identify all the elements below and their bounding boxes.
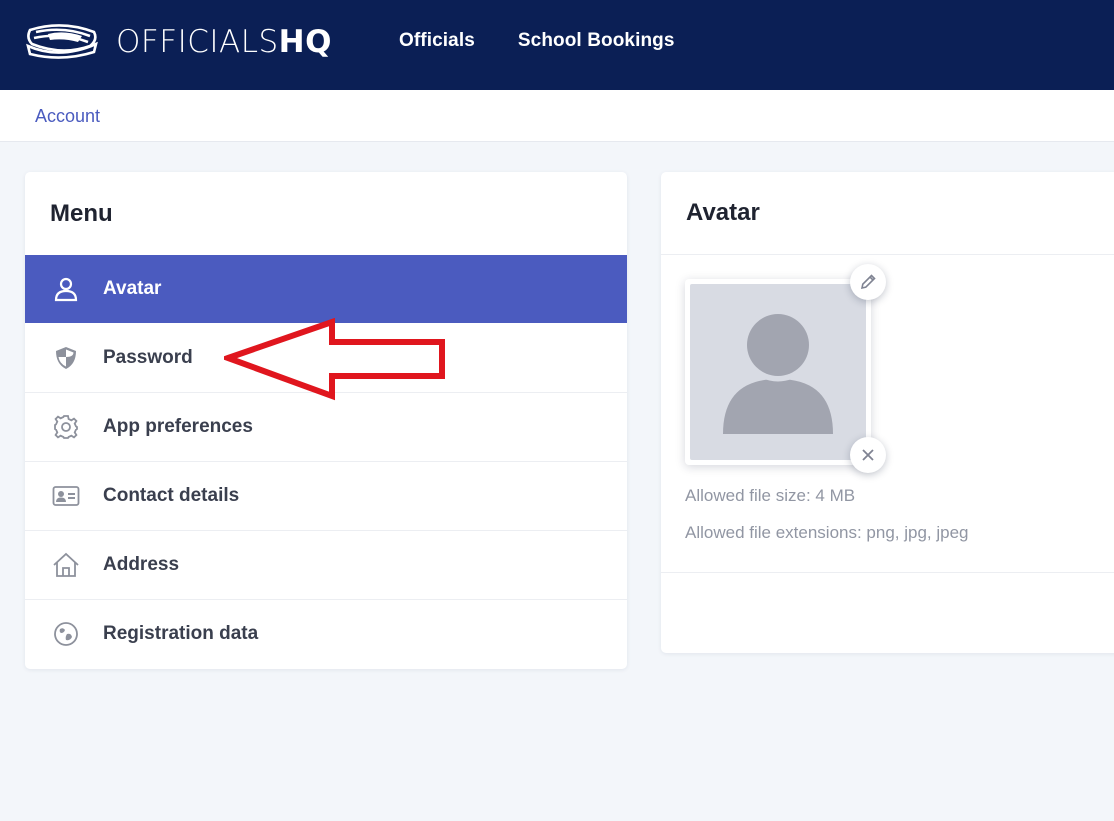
- close-icon: [862, 449, 874, 461]
- officialshq-logo[interactable]: OFFICIALSHQ: [24, 22, 332, 62]
- menu-item-label: Contact details: [103, 485, 240, 506]
- edit-avatar-button[interactable]: [850, 264, 886, 300]
- user-icon: [52, 275, 80, 303]
- menu-item-label: Avatar: [103, 278, 162, 299]
- menu-title: Menu: [50, 199, 113, 227]
- brand-wordmark: OFFICIALSHQ: [116, 23, 332, 60]
- menu-item-label: Password: [103, 346, 193, 368]
- avatar-placeholder: [690, 284, 866, 460]
- pencil-icon: [860, 274, 876, 290]
- menu-item-app-preferences[interactable]: App preferences: [25, 392, 627, 461]
- brand-emblem-icon: [26, 24, 98, 59]
- breadcrumb-account[interactable]: Account: [35, 106, 100, 127]
- breadcrumb-bar: Account: [0, 90, 1114, 142]
- home-icon: [52, 551, 80, 579]
- id-card-icon: [52, 482, 80, 510]
- account-menu-card: Menu Avatar Password App preferences Con…: [25, 172, 627, 669]
- nav-school-bookings[interactable]: School Bookings: [518, 30, 675, 52]
- nav-officials[interactable]: Officials: [399, 30, 475, 52]
- avatar-preview: [685, 279, 871, 465]
- main-nav: Officials School Bookings: [399, 30, 675, 52]
- card-divider: [661, 572, 1114, 573]
- default-avatar-icon: [723, 308, 833, 434]
- menu-item-label: App preferences: [103, 416, 253, 437]
- file-size-hint: Allowed file size: 4 MB: [685, 486, 856, 505]
- menu-item-address[interactable]: Address: [25, 530, 627, 599]
- menu-item-contact-details[interactable]: Contact details: [25, 461, 627, 530]
- shield-icon: [52, 344, 80, 372]
- remove-avatar-button[interactable]: [850, 437, 886, 473]
- avatar-title: Avatar: [661, 172, 1114, 255]
- menu-item-avatar[interactable]: Avatar: [25, 255, 627, 323]
- menu-item-registration-data[interactable]: Registration data: [25, 599, 627, 668]
- file-extensions-hint: Allowed file extensions: png, jpg, jpeg: [685, 523, 969, 542]
- top-navigation-bar: OFFICIALSHQ Officials School Bookings: [0, 0, 1114, 90]
- red-arrow-annotation: [224, 318, 445, 401]
- menu-item-label: Registration data: [103, 623, 259, 644]
- globe-icon: [52, 620, 80, 648]
- gear-icon: [52, 413, 80, 441]
- avatar-card: Avatar Allowed file size: 4 MB Allowed f…: [661, 172, 1114, 653]
- menu-item-label: Address: [103, 554, 180, 575]
